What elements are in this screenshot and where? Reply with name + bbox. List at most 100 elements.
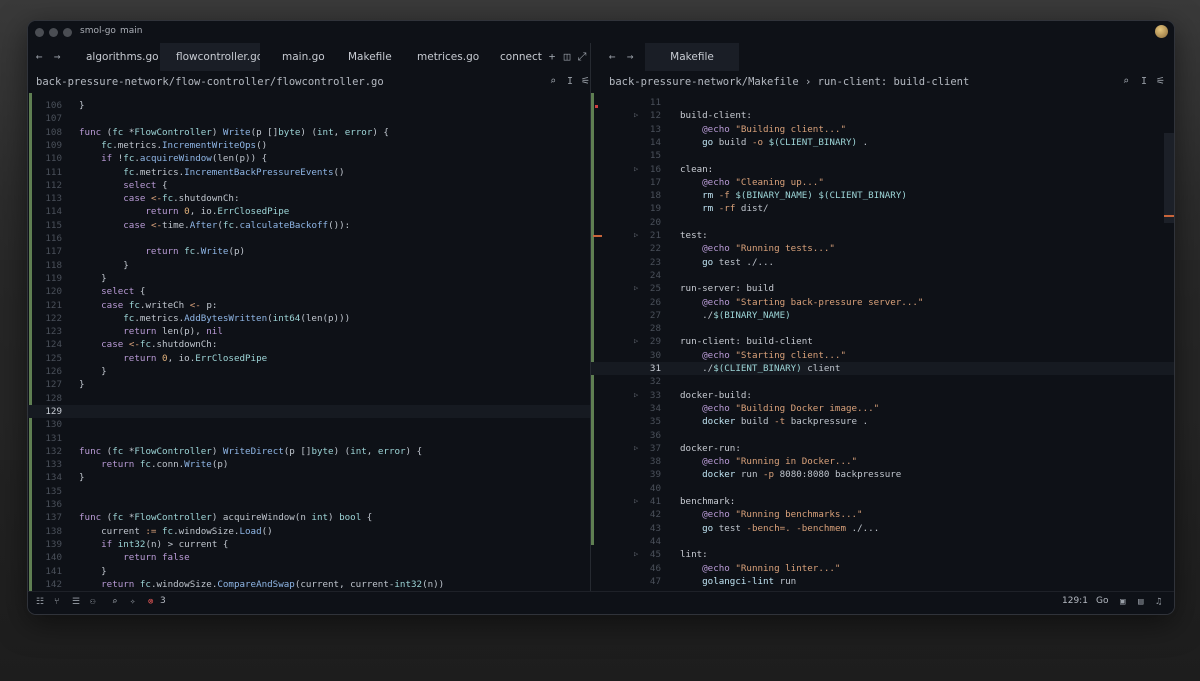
language-mode[interactable]: Go (1096, 596, 1108, 606)
fold-chevron-icon[interactable]: ▷ (634, 495, 638, 508)
code-line[interactable]: 15 (591, 149, 1174, 162)
code-line[interactable]: 24 (591, 269, 1174, 282)
forward-arrow-icon[interactable]: → (50, 43, 64, 71)
code-line[interactable]: 22 @echo "Running tests..." (591, 242, 1174, 255)
cursor-position[interactable]: 129:1 (1062, 596, 1088, 606)
right-file-path[interactable]: back-pressure-network/Makefile › run-cli… (609, 71, 969, 93)
code-line[interactable]: 46 @echo "Running linter..." (591, 562, 1174, 575)
code-line[interactable]: 125 return 0, io.ErrClosedPipe (28, 352, 590, 365)
tab-connection[interactable]: connection.go (484, 43, 542, 71)
code-line[interactable]: 12 ▷ build-client: (591, 109, 1174, 122)
error-count[interactable]: 3 (160, 596, 166, 606)
code-line[interactable]: 43 go test -bench=. -benchmem ./... (591, 522, 1174, 535)
split-pane-icon[interactable]: ◫ (561, 43, 573, 71)
code-line[interactable]: 141 } (28, 565, 590, 578)
close-window-dot[interactable] (35, 28, 44, 37)
fold-chevron-icon[interactable]: ▷ (634, 229, 638, 242)
code-line[interactable]: 106} (28, 99, 590, 112)
code-line[interactable]: 129 (28, 404, 590, 419)
fold-chevron-icon[interactable]: ▷ (634, 109, 638, 122)
code-line[interactable]: 112 select { (28, 179, 590, 192)
tab-main[interactable]: main.go (266, 43, 332, 71)
code-line[interactable]: 11 (591, 96, 1174, 109)
git-branch-icon[interactable]: ⑂ (54, 597, 59, 607)
new-tab-plus-icon[interactable]: + (546, 43, 558, 71)
code-line[interactable]: 140 return false (28, 551, 590, 564)
tab-algorithms[interactable]: algorithms.go (70, 43, 160, 71)
code-line[interactable]: 26 @echo "Starting back-pressure server.… (591, 296, 1174, 309)
fold-chevron-icon[interactable]: ▷ (634, 442, 638, 455)
search-icon[interactable]: ⌕ (550, 71, 556, 93)
settings-sliders-icon[interactable]: ⚟ (1156, 71, 1165, 93)
code-line[interactable]: 135 (28, 485, 590, 498)
maximize-icon[interactable]: ⤢ (576, 43, 588, 71)
code-line[interactable]: 21 ▷ test: (591, 229, 1174, 242)
code-line[interactable]: 142 return fc.windowSize.CompareAndSwap(… (28, 578, 590, 591)
code-line[interactable]: 108 func (fc *FlowController) Write(p []b… (28, 126, 590, 139)
search-icon[interactable]: ⌕ (112, 597, 117, 607)
fold-chevron-icon[interactable]: ▷ (634, 335, 638, 348)
code-line[interactable]: 35 docker build -t backpressure . (591, 415, 1174, 428)
code-line[interactable]: 121 case fc.writeCh <- p: (28, 299, 590, 312)
tab-flowcontroller[interactable]: flowcontroller.go (160, 43, 260, 71)
code-line[interactable]: 41 ▷ benchmark: (591, 495, 1174, 508)
code-line[interactable]: 127} (28, 378, 590, 391)
back-arrow-icon[interactable]: ← (32, 43, 46, 71)
text-cursor-icon[interactable]: I (1141, 71, 1147, 93)
code-line[interactable]: 40 (591, 482, 1174, 495)
code-line[interactable]: 34 @echo "Building Docker image..." (591, 402, 1174, 415)
code-line[interactable]: 114 return 0, io.ErrClosedPipe (28, 205, 590, 218)
assistant-icon[interactable]: ✧ (130, 597, 135, 607)
code-line[interactable]: 136 (28, 498, 590, 511)
outline-icon[interactable]: ☰ (72, 597, 80, 607)
text-cursor-icon[interactable]: I (567, 71, 573, 93)
fold-chevron-icon[interactable]: ▷ (634, 282, 638, 295)
code-line[interactable]: 18 rm -f $(BINARY_NAME) $(CLIENT_BINARY) (591, 189, 1174, 202)
project-panel-icon[interactable]: ☷ (36, 597, 44, 607)
forward-arrow-icon[interactable]: → (623, 43, 637, 71)
code-line[interactable]: 110 if !fc.acquireWindow(len(p)) { (28, 152, 590, 165)
code-line[interactable]: 115 case <-time.After(fc.calculateBackof… (28, 219, 590, 232)
code-line[interactable]: 27 ./$(BINARY_NAME) (591, 309, 1174, 322)
code-line[interactable]: 25 ▷ run-server: build (591, 282, 1174, 295)
code-line[interactable]: 42 @echo "Running benchmarks..." (591, 508, 1174, 521)
code-line[interactable]: 128 (28, 392, 590, 405)
code-line[interactable]: 138 current := fc.windowSize.Load() (28, 525, 590, 538)
code-line[interactable]: 137 func (fc *FlowController) acquireWind… (28, 511, 590, 524)
code-line[interactable]: 23 go test ./... (591, 256, 1174, 269)
zoom-window-dot[interactable] (63, 28, 72, 37)
code-line[interactable]: 122 fc.metrics.AddBytesWritten(int64(len… (28, 312, 590, 325)
code-line[interactable]: 30 @echo "Starting client..." (591, 349, 1174, 362)
code-line[interactable]: 45 ▷ lint: (591, 548, 1174, 561)
search-icon[interactable]: ⌕ (1123, 71, 1129, 93)
code-line[interactable]: 107 (28, 112, 590, 125)
settings-sliders-icon[interactable]: ⚟ (581, 71, 590, 93)
code-line[interactable]: 32 (591, 375, 1174, 388)
right-code-editor[interactable]: 11 12 ▷ build-client: 13 @echo "Building cli… (591, 93, 1174, 592)
code-line[interactable]: 130 (28, 418, 590, 431)
notification-bell-icon[interactable]: ♫ (1156, 597, 1161, 607)
minimize-window-dot[interactable] (49, 28, 58, 37)
code-line[interactable]: 29 ▷ run-client: build-client (591, 335, 1174, 348)
code-line[interactable]: 119 } (28, 272, 590, 285)
code-line[interactable]: 20 (591, 216, 1174, 229)
code-line[interactable]: 139 if int32(n) > current { (28, 538, 590, 551)
chat-icon[interactable]: ▤ (1138, 597, 1143, 607)
tab-metrices[interactable]: metrices.go (401, 43, 487, 71)
project-name[interactable]: smol-go (80, 26, 116, 36)
fold-chevron-icon[interactable]: ▷ (634, 389, 638, 402)
terminal-icon[interactable]: ▣ (1120, 597, 1125, 607)
code-line[interactable]: 44 (591, 535, 1174, 548)
code-line[interactable]: 117 return fc.Write(p) (28, 245, 590, 258)
code-line[interactable]: 28 (591, 322, 1174, 335)
code-line[interactable]: 37 ▷ docker-run: (591, 442, 1174, 455)
code-line[interactable]: 126 } (28, 365, 590, 378)
code-line[interactable]: 133 return fc.conn.Write(p) (28, 458, 590, 471)
code-line[interactable]: 131 (28, 432, 590, 445)
fold-chevron-icon[interactable]: ▷ (634, 163, 638, 176)
error-icon[interactable]: ⊗ (148, 597, 153, 607)
code-line[interactable]: 16 ▷ clean: (591, 163, 1174, 176)
branch-name[interactable]: main (120, 26, 143, 36)
tab-makefile-right[interactable]: Makefile (645, 43, 739, 71)
code-line[interactable]: 38 @echo "Running in Docker..." (591, 455, 1174, 468)
